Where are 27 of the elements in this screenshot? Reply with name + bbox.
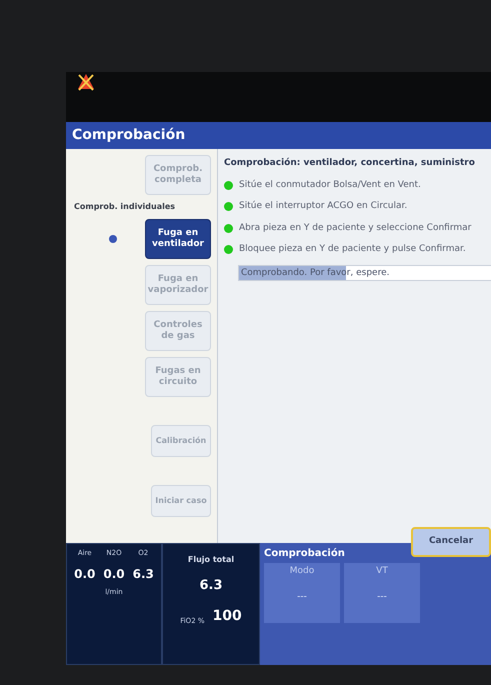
fio2-value: 100 bbox=[212, 606, 242, 626]
test-button[interactable]: Fuga en ventilador bbox=[145, 219, 211, 259]
cell-value: --- bbox=[297, 590, 307, 604]
test-button[interactable]: Calibración bbox=[151, 425, 211, 457]
step-text: Sitúe el interruptor ACGO en Circular. bbox=[239, 200, 408, 213]
test-button[interactable]: Controles de gas bbox=[145, 311, 211, 351]
test-button[interactable]: Fuga en vaporizador bbox=[145, 265, 211, 305]
gas-value: 0.0 bbox=[103, 566, 125, 582]
check-heading: Comprobación: ventilador, concertina, suministro bbox=[224, 157, 476, 170]
cell-label: Modo bbox=[290, 565, 314, 578]
gas-value: 0.0 bbox=[74, 566, 96, 582]
test-button[interactable]: Iniciar caso bbox=[151, 485, 211, 517]
window-title: Comprobación bbox=[66, 122, 491, 149]
step-text: Sitúe el conmutador Bolsa/Vent en Vent. bbox=[239, 178, 421, 192]
alarm-muted-icon bbox=[76, 72, 96, 92]
test-button[interactable]: Comprob. completa bbox=[145, 155, 211, 195]
total-flow-value: 6.3 bbox=[199, 577, 223, 595]
step-text: Abra pieza en Y de paciente y seleccione Confirmar bbox=[239, 222, 472, 234]
step-text: Bloquee pieza en Y de paciente y pulse Confirmar. bbox=[239, 243, 466, 256]
ventilation-title: Comprobación bbox=[264, 547, 346, 561]
cancel-button[interactable]: Cancelar bbox=[411, 527, 491, 557]
cell-value: --- bbox=[377, 590, 387, 604]
section-label: Comprob. individuales bbox=[73, 201, 176, 213]
test-button[interactable]: Fugas en circuito bbox=[145, 357, 211, 397]
gas-value: 6.3 bbox=[132, 566, 154, 582]
total-flow-label: Flujo total bbox=[188, 554, 234, 566]
cell-label: VT bbox=[376, 565, 388, 578]
